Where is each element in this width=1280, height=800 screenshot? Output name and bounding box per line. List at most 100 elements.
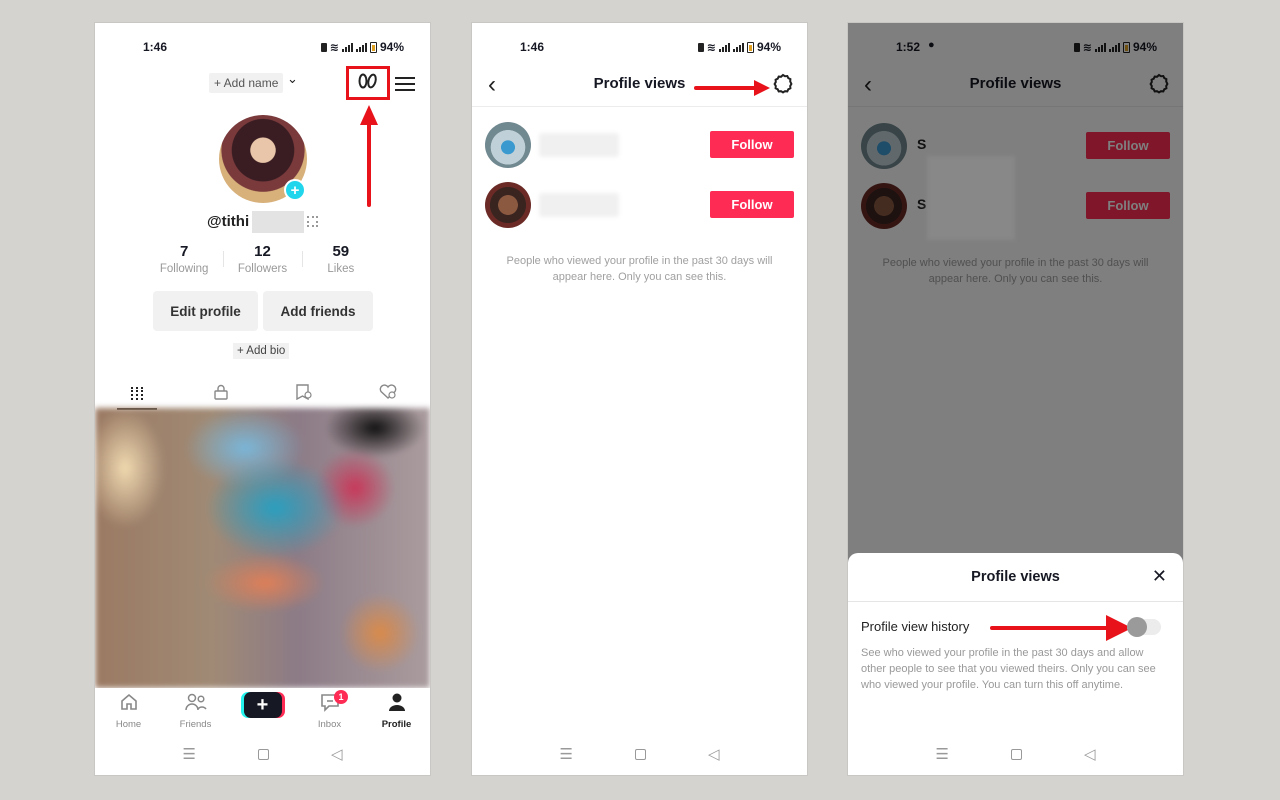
profile-actions: Edit profile Add friends xyxy=(153,291,373,331)
add-friends-button[interactable]: Add friends xyxy=(263,291,373,331)
battery-icon xyxy=(369,41,377,53)
recents-icon[interactable]: ☰ xyxy=(560,745,573,763)
nav-label: Home xyxy=(115,719,142,730)
signal-icon xyxy=(355,42,367,52)
viewer-names-redaction xyxy=(927,156,1015,240)
battery-level: 94% xyxy=(756,40,781,54)
friends-icon xyxy=(184,692,207,717)
toggle-knob xyxy=(1127,617,1147,637)
nav-label: Friends xyxy=(179,719,212,730)
heart-hidden-icon xyxy=(379,383,397,403)
back-triangle-icon[interactable]: ◁ xyxy=(708,745,720,763)
viewer-avatar[interactable] xyxy=(485,182,531,228)
nav-label: Profile xyxy=(381,719,412,730)
tab-liked[interactable] xyxy=(346,378,430,408)
add-story-plus-icon[interactable]: + xyxy=(284,179,306,201)
phone-screen-profile-views: 1:46 ≋ 94% ‹ Profile views Follow Follow… xyxy=(471,22,808,776)
home-square-icon[interactable] xyxy=(634,748,646,760)
signal-icon xyxy=(732,42,744,52)
follow-button[interactable]: Follow xyxy=(710,191,794,218)
viewer-avatar[interactable] xyxy=(485,122,531,168)
stat-following[interactable]: 7 Following xyxy=(145,243,223,275)
divider xyxy=(848,601,1183,602)
profile-views-button[interactable] xyxy=(346,66,390,100)
stat-value: 7 xyxy=(179,243,189,260)
status-icons: ≋ 94% xyxy=(697,40,781,54)
nav-inbox[interactable]: 1 Inbox xyxy=(296,688,363,734)
home-square-icon[interactable] xyxy=(1010,748,1022,760)
setting-description: See who viewed your profile in the past … xyxy=(861,647,1156,691)
nav-home[interactable]: Home xyxy=(95,688,162,734)
annotation-arrow-right xyxy=(990,615,1132,641)
profile-tabs xyxy=(95,378,430,410)
video-thumbnails-blurred[interactable] xyxy=(95,408,430,688)
status-bar: 1:46 ≋ 94% xyxy=(472,23,807,69)
inbox-badge: 1 xyxy=(334,690,348,704)
username: @tithi xyxy=(207,213,250,230)
stat-label: Following xyxy=(159,263,209,275)
qr-code-icon[interactable] xyxy=(307,216,318,227)
back-triangle-icon[interactable]: ◁ xyxy=(1084,745,1096,763)
status-time: 1:46 xyxy=(143,40,168,54)
annotation-arrow-up xyxy=(360,105,378,207)
battery-level: 94% xyxy=(379,40,404,54)
profile-view-history-toggle[interactable] xyxy=(1127,617,1161,637)
chevron-down-icon[interactable]: ⌄ xyxy=(287,71,298,87)
add-name-button[interactable]: + Add name xyxy=(209,73,284,93)
system-nav-bar: ☰ ◁ xyxy=(95,733,430,775)
viewer-row[interactable]: Follow xyxy=(472,180,807,230)
username-redaction xyxy=(252,211,304,233)
signal-icon xyxy=(718,42,730,52)
nav-profile[interactable]: Profile xyxy=(363,688,430,734)
viewer-row[interactable]: Follow xyxy=(472,120,807,170)
profile-stats: 7 Following 12 Followers 59 Likes xyxy=(145,243,380,275)
nav-friends[interactable]: Friends xyxy=(162,688,229,734)
status-time: 1:46 xyxy=(520,40,545,54)
grid-icon xyxy=(130,386,143,400)
wifi-icon: ≋ xyxy=(706,41,716,54)
back-triangle-icon[interactable]: ◁ xyxy=(331,745,343,763)
footprint-icon xyxy=(357,72,379,95)
vibrate-icon xyxy=(697,42,704,52)
sheet-title: Profile views xyxy=(971,569,1060,585)
stat-label: Likes xyxy=(327,263,355,275)
phone-screen-profile: 1:46 ≋ 94% + Add name ⌄ + @tithi 7 Follo… xyxy=(94,22,431,776)
settings-gear-icon[interactable] xyxy=(772,73,794,95)
signal-icon xyxy=(341,42,353,52)
profile-header: + Add name ⌄ xyxy=(95,66,430,103)
phone-screen-profile-views-settings: 1:52 ● ≋ 94% ‹ Profile views S Follow S … xyxy=(847,22,1184,776)
bookmark-hidden-icon xyxy=(295,383,313,403)
nav-label: Inbox xyxy=(317,719,342,730)
stat-value: 12 xyxy=(254,243,271,260)
viewer-name-redacted xyxy=(539,193,619,217)
follow-button[interactable]: Follow xyxy=(710,131,794,158)
viewer-name-redacted xyxy=(539,133,619,157)
hamburger-menu-icon[interactable] xyxy=(395,73,415,95)
status-icons: ≋ 94% xyxy=(320,40,404,54)
create-plus-icon: + xyxy=(243,692,282,718)
recents-icon[interactable]: ☰ xyxy=(936,745,949,763)
status-bar: 1:46 ≋ 94% xyxy=(95,23,430,69)
edit-profile-button[interactable]: Edit profile xyxy=(153,291,258,331)
tab-private[interactable] xyxy=(179,378,263,408)
stat-followers[interactable]: 12 Followers xyxy=(223,243,301,275)
info-text: People who viewed your profile in the pa… xyxy=(506,255,773,283)
nav-create[interactable]: + xyxy=(229,688,296,734)
tab-reposts[interactable] xyxy=(263,378,347,408)
stat-likes[interactable]: 59 Likes xyxy=(301,243,380,275)
vibrate-icon xyxy=(320,42,327,52)
wifi-icon: ≋ xyxy=(329,41,339,54)
profile-person-icon xyxy=(387,692,407,717)
add-bio-button[interactable]: + Add bio xyxy=(233,343,290,359)
home-square-icon[interactable] xyxy=(257,748,269,760)
close-icon[interactable]: ✕ xyxy=(1152,566,1167,587)
stat-value: 59 xyxy=(332,243,350,260)
battery-icon xyxy=(746,41,754,53)
recents-icon[interactable]: ☰ xyxy=(183,745,196,763)
profile-view-history-label: Profile view history xyxy=(861,619,970,634)
annotation-arrow-right xyxy=(694,80,770,96)
home-icon xyxy=(119,692,139,717)
profile-views-settings-sheet: Profile views ✕ Profile view history See… xyxy=(848,553,1183,775)
stat-label: Followers xyxy=(237,263,288,275)
tab-videos[interactable] xyxy=(95,378,179,410)
